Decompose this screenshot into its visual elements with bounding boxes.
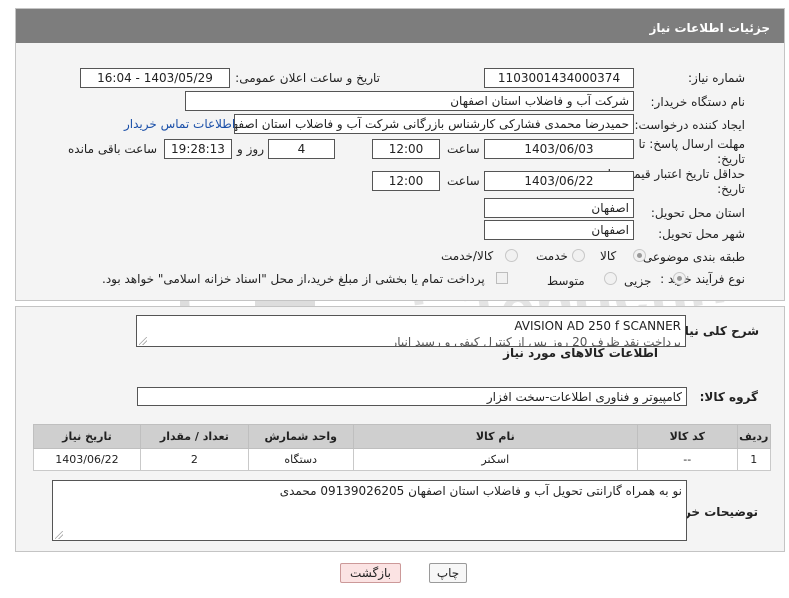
process-radio-minor[interactable]: [673, 272, 686, 285]
need-number-field[interactable]: 1103001434000374: [484, 68, 634, 88]
announce-datetime-field[interactable]: 1403/05/29 - 16:04: [80, 68, 230, 88]
need-number-label: شماره نیاز:: [688, 71, 745, 85]
col-date-header: تاریخ نیاز: [33, 424, 141, 449]
announce-datetime-label: تاریخ و ساعت اعلان عمومی:: [235, 71, 380, 85]
table-row[interactable]: 1 -- اسکنر دستگاه 2 1403/06/22: [33, 448, 772, 471]
delivery-province-field[interactable]: اصفهان: [484, 198, 634, 218]
col-row-header: ردیف: [736, 424, 772, 449]
category-radio-service[interactable]: [572, 249, 585, 262]
buyer-notes-text: نو به همراه گارانتی تحویل آب و فاضلاب اس…: [279, 484, 682, 498]
category-radio-goods[interactable]: [633, 249, 646, 262]
days-label: روز و: [237, 142, 264, 156]
col-name-header: نام کالا: [352, 424, 638, 449]
deadline-time-label: ساعت: [447, 142, 480, 156]
back-button[interactable]: بازگشت: [340, 563, 401, 583]
category-radio-goods-service[interactable]: [505, 249, 518, 262]
col-unit-header: واحد شمارش: [247, 424, 354, 449]
remaining-days-field[interactable]: 4: [268, 139, 335, 159]
col-code-header: کد کالا: [636, 424, 738, 449]
deadline-time-field[interactable]: 12:00: [372, 139, 440, 159]
buyer-notes-textarea[interactable]: نو به همراه گارانتی تحویل آب و فاضلاب اس…: [52, 480, 687, 541]
resize-handle-icon[interactable]: [55, 531, 63, 539]
buyer-contact-link[interactable]: اطلاعات تماس خریدار: [124, 117, 235, 131]
process-option-minor: جزیی: [624, 274, 652, 288]
category-option-goods: کالا: [600, 249, 617, 263]
creator-label: ایجاد کننده درخواست:: [634, 118, 745, 132]
treasury-payment-checkbox[interactable]: [496, 272, 508, 284]
category-option-service: خدمت: [536, 249, 568, 263]
process-option-medium: متوسط: [547, 274, 585, 288]
cell-name: اسکنر: [352, 448, 638, 471]
category-label: طبقه بندی موضوعی:: [638, 250, 745, 264]
remaining-label: ساعت باقی مانده: [68, 142, 158, 156]
buyer-org-label: نام دستگاه خریدار:: [650, 95, 746, 109]
remaining-time-field[interactable]: 19:28:13: [164, 139, 232, 159]
goods-group-label: گروه کالا:: [699, 390, 758, 404]
treasury-payment-note: پرداخت تمام یا بخشی از مبلغ خرید،از محل …: [102, 272, 485, 286]
deadline-label-date: تاریخ:: [717, 152, 745, 166]
price-validity-date-field[interactable]: 1403/06/22: [484, 171, 634, 191]
cell-need-date: 1403/06/22: [33, 448, 141, 471]
cell-row-number: 1: [736, 448, 772, 471]
cell-quantity: 2: [139, 448, 249, 471]
delivery-city-label: شهر محل تحویل:: [658, 227, 745, 241]
goods-group-field[interactable]: کامپیوتر و فناوری اطلاعات-سخت افزار: [137, 387, 687, 406]
print-button[interactable]: چاپ: [429, 563, 467, 583]
summary-line-1: AVISION AD 250 f SCANNER: [514, 319, 681, 333]
page-title: جزئیات اطلاعات نیاز: [16, 9, 784, 43]
price-validity-time-field[interactable]: 12:00: [372, 171, 440, 191]
cell-code: --: [636, 448, 738, 471]
buyer-org-field[interactable]: شرکت آب و فاضلاب استان اصفهان: [185, 91, 634, 111]
deadline-label: مهلت ارسال پاسخ: تا: [638, 137, 745, 151]
goods-info-title: اطلاعات کالاهای مورد نیاز: [503, 346, 658, 360]
delivery-province-label: استان محل تحویل:: [650, 206, 745, 220]
price-validity-label-date: تاریخ:: [717, 182, 745, 196]
deadline-date-field[interactable]: 1403/06/03: [484, 139, 634, 159]
goods-table-header-row: ردیف کد کالا نام کالا واحد شمارش تعداد /…: [33, 424, 772, 449]
resize-handle-icon[interactable]: [139, 337, 147, 345]
creator-field[interactable]: حمیدرضا محمدی فشارکی کارشناس بازرگانی شر…: [234, 114, 634, 134]
process-radio-medium[interactable]: [604, 272, 617, 285]
goods-table: ردیف کد کالا نام کالا واحد شمارش تعداد /…: [33, 424, 772, 471]
col-qty-header: تعداد / مقدار: [139, 424, 249, 449]
price-validity-time-label: ساعت: [447, 174, 480, 188]
delivery-city-field[interactable]: اصفهان: [484, 220, 634, 240]
summary-textarea[interactable]: AVISION AD 250 f SCANNER پرداخت نقد ظرف …: [136, 315, 686, 347]
cell-unit: دستگاه: [247, 448, 354, 471]
category-option-goods-service: کالا/خدمت: [441, 249, 494, 263]
